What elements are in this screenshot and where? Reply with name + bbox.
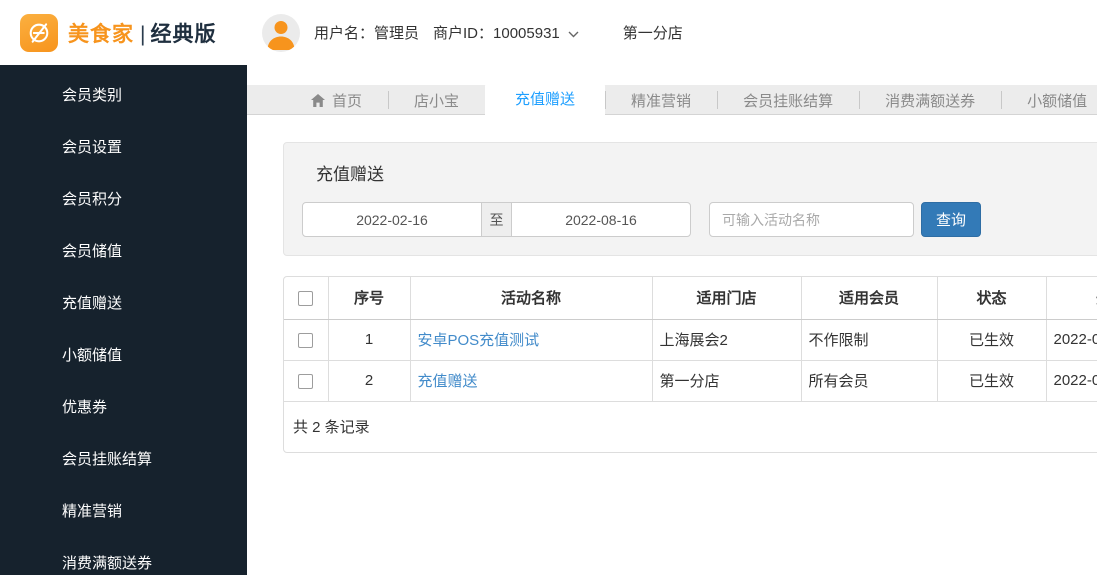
date-range-group: 至	[302, 202, 691, 237]
filter-row: 至 查询	[302, 202, 1097, 237]
brand-divider: |	[140, 22, 147, 46]
cell-start-time: 2022-0	[1046, 360, 1097, 402]
activity-name-search-input[interactable]	[709, 202, 914, 237]
tab-label: 首页	[332, 92, 363, 110]
cell-index: 1	[328, 319, 411, 361]
date-from-input[interactable]	[302, 202, 482, 237]
cell-store: 第一分店	[652, 360, 802, 402]
column-header: 活动名称	[410, 277, 653, 320]
sidebar-item-6[interactable]: 小额储值	[0, 330, 247, 382]
sidebar-item-5[interactable]: 充值赠送	[0, 278, 247, 330]
activity-link[interactable]: 充值赠送	[418, 373, 478, 390]
column-header: 适用会员	[801, 277, 938, 320]
select-all-checkbox[interactable]	[298, 290, 314, 306]
logo: 美食家 | 经典版	[0, 13, 247, 52]
table-card: 序号活动名称适用门店适用会员状态开始时间 1 安卓POS充值测试 上海展会2不作限制…	[283, 276, 1097, 453]
activity-link[interactable]: 安卓POS充值测试	[418, 332, 540, 349]
record-count: 共 2 条记录	[293, 418, 370, 436]
cell-member: 所有会员	[801, 360, 938, 402]
table-row: 1 安卓POS充值测试 上海展会2 不作限制 已生效 2022-0	[284, 319, 1097, 361]
person-icon	[267, 20, 295, 50]
avatar	[262, 13, 300, 52]
query-button[interactable]: 查询	[921, 202, 981, 237]
cell-store: 上海展会2	[652, 319, 802, 361]
cell-index: 2	[328, 360, 411, 402]
cell-activity-name: 充值赠送	[410, 360, 653, 402]
sidebar-item-10[interactable]: 消费满额送券	[0, 538, 247, 575]
merchant-id-label: 商户ID：10005931	[433, 25, 560, 42]
chevron-down-icon[interactable]	[568, 25, 579, 42]
cell-status: 已生效	[937, 319, 1047, 361]
table-row: 2 充值赠送 第一分店 所有会员 已生效 2022-0	[284, 360, 1097, 402]
column-header: 适用门店	[652, 277, 802, 320]
logo-glyph-icon	[29, 22, 49, 43]
date-to-input[interactable]	[511, 202, 691, 237]
tab-label: 消费满额送券	[885, 92, 976, 110]
tab-home[interactable]: 首页	[285, 85, 388, 115]
sidebar-item-1[interactable]: 会员类别	[0, 70, 247, 122]
sidebar-item-7[interactable]: 优惠券	[0, 382, 247, 434]
sidebar-item-3[interactable]: 会员积分	[0, 174, 247, 226]
home-icon	[311, 93, 325, 107]
tabbar: 首页店小宝充值赠送精准营销会员挂账结算消费满额送券小额储值会员	[247, 81, 1097, 116]
tab-guazhang-jiesuan[interactable]: 会员挂账结算	[717, 85, 859, 115]
filter-panel: 充值赠送 至 查询	[283, 142, 1097, 256]
row-checkbox[interactable]	[298, 373, 314, 389]
tab-label: 小额储值	[1027, 92, 1088, 110]
tab-xiaoe-chuzhi[interactable]: 小额储值	[1001, 85, 1097, 115]
brand-wordmark: 美食家 | 经典版	[68, 18, 216, 48]
cell-member: 不作限制	[801, 319, 938, 361]
tab-label: 店小宝	[414, 92, 460, 110]
store-name: 第一分店	[622, 25, 683, 42]
table-header-row: 序号活动名称适用门店适用会员状态开始时间	[284, 277, 1097, 320]
user-text: 用户名：管理员 商户ID：10005931	[314, 22, 593, 43]
tab-jingzhun-yingxiao[interactable]: 精准营销	[605, 85, 717, 115]
tab-chongzhi-zengsong[interactable]: 充值赠送	[485, 81, 606, 116]
brand-edition: 经典版	[150, 22, 217, 46]
sidebar: 会员类别 会员设置 会员积分 会员储值 充值赠送 小额储值 优惠券 会员挂账结算 精准营销 消费满…	[0, 65, 247, 575]
tab-manersongquan[interactable]: 消费满额送券	[859, 85, 1001, 115]
topbar: 美食家 | 经典版 用户名：管理员 商户ID：10005931 第一分店	[0, 0, 1097, 65]
cell-status: 已生效	[937, 360, 1047, 402]
body-layout: 会员类别 会员设置 会员积分 会员储值 充值赠送 小额储值 优惠券 会员挂账结算 精准营销 消费满…	[0, 65, 1097, 575]
tab-dianxiaobao[interactable]: 店小宝	[388, 85, 485, 115]
content: 充值赠送 至 查询	[247, 115, 1097, 453]
sidebar-item-9[interactable]: 精准营销	[0, 486, 247, 538]
brand-logo-icon	[20, 13, 58, 52]
page-title: 充值赠送	[316, 165, 384, 184]
tab-label: 精准营销	[631, 92, 692, 110]
cell-start-time: 2022-0	[1046, 319, 1097, 361]
date-range-separator: 至	[481, 202, 512, 237]
tab-label: 充值赠送	[515, 91, 576, 108]
column-header: 开始时间	[1046, 277, 1097, 320]
column-header: 状态	[937, 277, 1047, 320]
sidebar-item-8[interactable]: 会员挂账结算	[0, 434, 247, 486]
user-info: 用户名：管理员 商户ID：10005931 第一分店	[262, 13, 683, 52]
username-label: 用户名：管理员	[314, 25, 420, 42]
cell-activity-name: 安卓POS充值测试	[410, 319, 653, 361]
activity-table: 序号活动名称适用门店适用会员状态开始时间 1 安卓POS充值测试 上海展会2不作限制…	[284, 277, 1097, 402]
main-area: 首页店小宝充值赠送精准营销会员挂账结算消费满额送券小额储值会员 充值赠送 至 查…	[247, 65, 1097, 575]
column-header: 序号	[328, 277, 411, 320]
sidebar-item-4[interactable]: 会员储值	[0, 226, 247, 278]
row-checkbox[interactable]	[298, 332, 314, 348]
brand-name: 美食家	[68, 22, 134, 46]
app-window: 美食家 | 经典版 用户名：管理员 商户ID：10005931 第一分店 会员类别 会员…	[0, 0, 1097, 575]
tab-label: 会员挂账结算	[743, 92, 834, 110]
sidebar-item-2[interactable]: 会员设置	[0, 122, 247, 174]
